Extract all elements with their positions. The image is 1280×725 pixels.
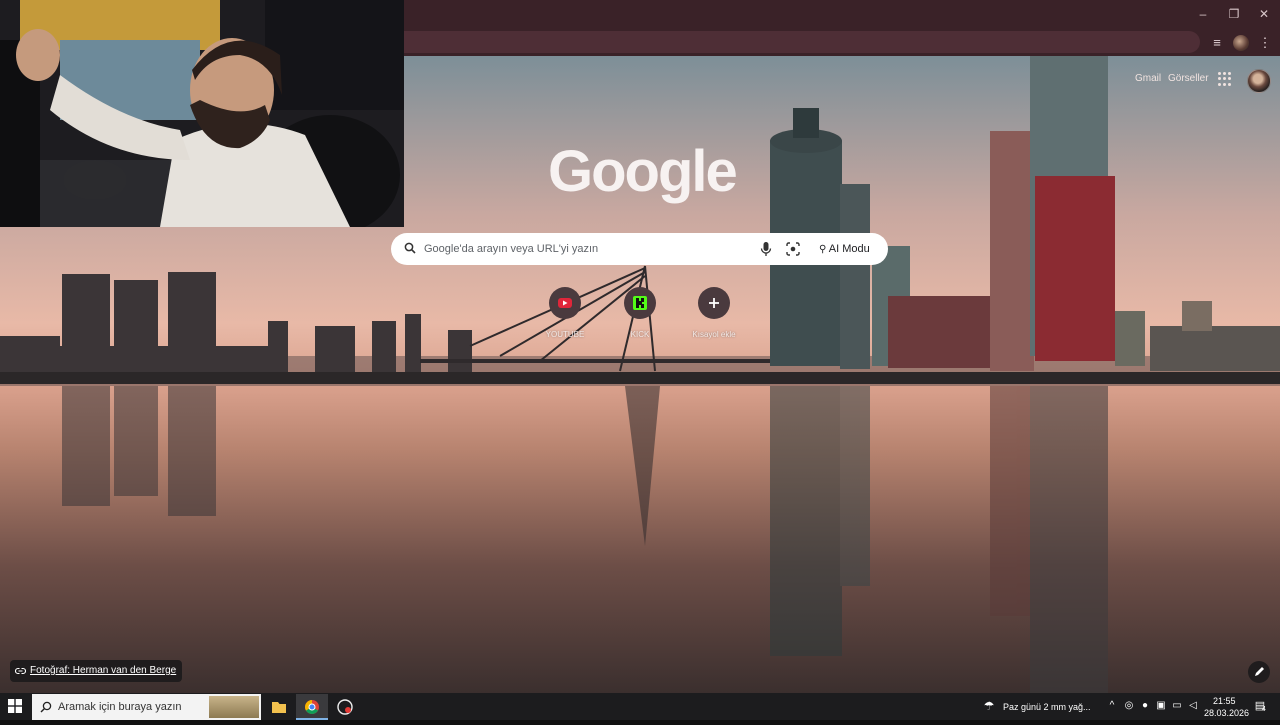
profile-avatar-small[interactable] [1233,35,1249,51]
search-input[interactable] [424,241,744,257]
windows-start-icon[interactable] [8,699,22,713]
ai-mode-label: AI Modu [828,243,870,255]
search-icon [404,242,416,254]
plus-icon [698,287,730,319]
chrome-icon [305,700,319,714]
tray-chevron-icon[interactable]: ^ [1106,700,1118,712]
tray-app-icon[interactable]: ◎ [1123,700,1135,712]
close-window-button[interactable]: ✕ [1255,6,1273,22]
clock-time[interactable]: 21:55 [1213,696,1236,706]
pencil-icon [1255,667,1264,676]
google-apps-icon[interactable] [1218,72,1232,86]
google-logo: Google [548,139,738,204]
taskbar-search-box[interactable]: Aramak için buraya yazın [32,694,261,720]
shortcut-label: YOUTUBE [545,330,585,339]
youtube-icon [549,287,581,319]
notification-count: 4 [1262,706,1266,713]
clock-date[interactable]: 28.03.2026 [1204,708,1249,718]
recording-app-icon [337,699,353,715]
restore-button[interactable]: ❐ [1225,6,1243,22]
shortcut-add[interactable]: Kısayol ekle [684,287,744,339]
minimize-button[interactable]: – [1194,6,1212,22]
search-highlight-image [209,696,259,718]
account-avatar[interactable] [1247,69,1271,93]
tab-search-icon[interactable]: ≡ [1208,34,1226,52]
shortcut-youtube[interactable]: YOUTUBE [535,287,595,339]
shortcut-kick[interactable]: KICK [610,287,670,339]
customize-chrome-button[interactable] [1248,661,1270,683]
kick-icon [624,287,656,319]
streamer-webcam-image [0,0,404,227]
shortcut-label: KICK [630,330,650,339]
microphone-icon[interactable] [759,241,773,257]
gmail-link[interactable]: Gmail [1135,73,1161,84]
photo-credit-text: Fotoğraf: Herman van den Berge [30,665,177,676]
weather-text[interactable]: Paz günü 2 mm yağ... [1003,702,1091,712]
ai-mode-button[interactable]: ⚲ AI Modu [813,240,876,258]
taskbar-obs[interactable] [329,694,361,720]
taskbar-search-icon [40,701,52,713]
network-icon[interactable]: ▭ [1171,700,1183,712]
volume-icon[interactable]: ◁ [1187,700,1199,712]
tray-device-icon[interactable]: ▣ [1155,700,1167,712]
images-link[interactable]: Görseller [1168,73,1209,84]
link-icon [15,667,26,675]
ai-mode-icon: ⚲ [819,244,827,255]
taskbar-file-explorer[interactable] [263,694,295,720]
taskbar-chrome[interactable] [296,694,328,720]
folder-icon [272,702,286,713]
menu-kebab-icon[interactable]: ⋮ [1256,34,1274,52]
microphone-tray-icon[interactable]: ● [1139,700,1151,712]
google-lens-icon[interactable] [786,242,800,256]
taskbar-search-placeholder: Aramak için buraya yazın [58,701,182,713]
shortcut-label: Kısayol ekle [692,330,736,339]
photo-credit-link[interactable]: Fotoğraf: Herman van den Berge [10,660,183,682]
weather-icon[interactable]: ☂ [983,700,995,712]
webcam-overlay [0,0,404,227]
